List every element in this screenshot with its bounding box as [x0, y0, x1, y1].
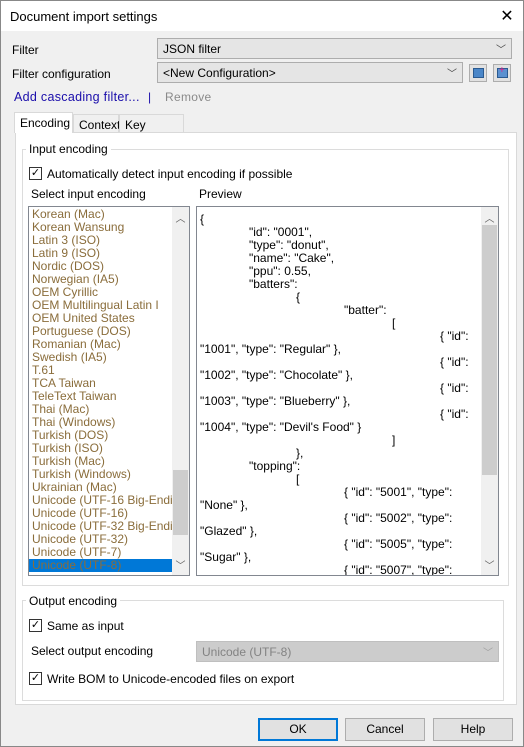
- auto-detect-label: Automatically detect input encoding if p…: [47, 167, 293, 181]
- preview-line: { "id": "5005", "type":: [344, 537, 453, 551]
- same-as-input-checkbox[interactable]: ✓: [29, 619, 42, 632]
- filter-config-select[interactable]: <New Configuration> ﹀: [157, 62, 463, 83]
- preview-line: "batter":: [344, 303, 387, 317]
- preview-line: { "id":: [440, 329, 469, 343]
- preview-line: { "id": "5001", "type":: [344, 485, 453, 499]
- auto-detect-checkbox[interactable]: ✓: [29, 167, 42, 180]
- preview-line: "None" },: [200, 498, 248, 512]
- preview-line: "Sugar" },: [200, 550, 252, 564]
- preview-line: "Glazed" },: [200, 524, 258, 538]
- preview-box: {"id": "0001", "type": "donut", "name": "C…: [196, 206, 499, 576]
- preview-line: [: [296, 472, 300, 486]
- help-button[interactable]: Help: [433, 718, 513, 741]
- select-input-encoding-label: Select input encoding: [31, 187, 146, 201]
- filter-value: JSON filter: [163, 42, 222, 56]
- preview-line: { "id":: [440, 407, 469, 421]
- preview-label: Preview: [199, 187, 242, 201]
- save-config-icon: [473, 68, 484, 78]
- scroll-up-icon[interactable]: ︿: [172, 210, 189, 225]
- preview-line: {: [200, 212, 205, 226]
- remove-link[interactable]: Remove: [165, 90, 211, 104]
- preview-line: { "id": "5007", "type":: [344, 563, 453, 576]
- list-scrollbar[interactable]: ︿ ﹀: [172, 207, 189, 575]
- save-config-button[interactable]: [469, 64, 487, 82]
- filter-config-label: Filter configuration: [12, 67, 111, 81]
- list-scroll-thumb[interactable]: [173, 470, 188, 535]
- output-encoding-legend: Output encoding: [26, 594, 121, 608]
- chevron-down-icon: ﹀: [447, 69, 457, 80]
- cancel-button[interactable]: Cancel: [345, 718, 425, 741]
- chevron-down-icon: ﹀: [496, 45, 506, 56]
- output-encoding-value: Unicode (UTF-8): [202, 645, 292, 659]
- preview-line: "1002", "type": "Chocolate" },: [200, 368, 353, 382]
- tab-encoding[interactable]: Encoding: [14, 112, 73, 133]
- scroll-up-icon[interactable]: ︿: [481, 210, 498, 225]
- preview-line: "1004", "type": "Devil's Food" }: [200, 420, 362, 434]
- window-title: Document import settings: [10, 9, 158, 24]
- select-output-encoding-label: Select output encoding: [31, 644, 154, 658]
- close-icon[interactable]: ✕: [497, 6, 517, 26]
- preview-line: { "id":: [440, 381, 469, 395]
- input-encoding-list[interactable]: Korean (Mac) Korean Wansung Latin 3 (ISO) L…: [28, 206, 190, 576]
- filter-select[interactable]: JSON filter ﹀: [157, 38, 512, 59]
- preview-line: { "id":: [440, 355, 469, 369]
- ok-button[interactable]: OK: [258, 718, 338, 741]
- preview-line: "1003", "type": "Blueberry" },: [200, 394, 351, 408]
- add-cascading-filter-link[interactable]: Add cascading filter...: [14, 90, 140, 104]
- scroll-down-icon[interactable]: ﹀: [172, 557, 189, 572]
- link-separator: |: [148, 90, 152, 104]
- preview-line: "topping":: [249, 459, 301, 473]
- title-bar: Document import settings ✕: [1, 1, 523, 31]
- preview-line: [: [392, 316, 396, 330]
- new-config-button[interactable]: +: [493, 64, 511, 82]
- preview-scrollbar[interactable]: ︿ ﹀: [481, 207, 498, 575]
- same-as-input-label: Same as input: [47, 619, 124, 633]
- scroll-down-icon[interactable]: ﹀: [481, 557, 498, 572]
- preview-line: "batters":: [249, 277, 298, 291]
- write-bom-checkbox[interactable]: ✓: [29, 672, 42, 685]
- filter-label: Filter: [12, 43, 39, 57]
- preview-line: { "id": "5002", "type":: [344, 511, 453, 525]
- preview-line: ]: [392, 433, 396, 447]
- tab-key-options[interactable]: Key options: [119, 114, 184, 146]
- preview-line: {: [296, 290, 301, 304]
- tab-context[interactable]: Context: [73, 114, 120, 133]
- write-bom-label: Write BOM to Unicode-encoded files on ex…: [47, 672, 295, 686]
- encoding-list-item[interactable]: Unicode (UTF-8): [29, 559, 189, 572]
- preview-scroll-thumb[interactable]: [482, 225, 497, 475]
- filter-config-value: <New Configuration>: [163, 66, 276, 80]
- output-encoding-select[interactable]: Unicode (UTF-8) ﹀: [196, 641, 499, 662]
- input-encoding-legend: Input encoding: [26, 142, 111, 156]
- preview-line: "1001", "type": "Regular" },: [200, 342, 341, 356]
- chevron-down-icon: ﹀: [483, 648, 493, 659]
